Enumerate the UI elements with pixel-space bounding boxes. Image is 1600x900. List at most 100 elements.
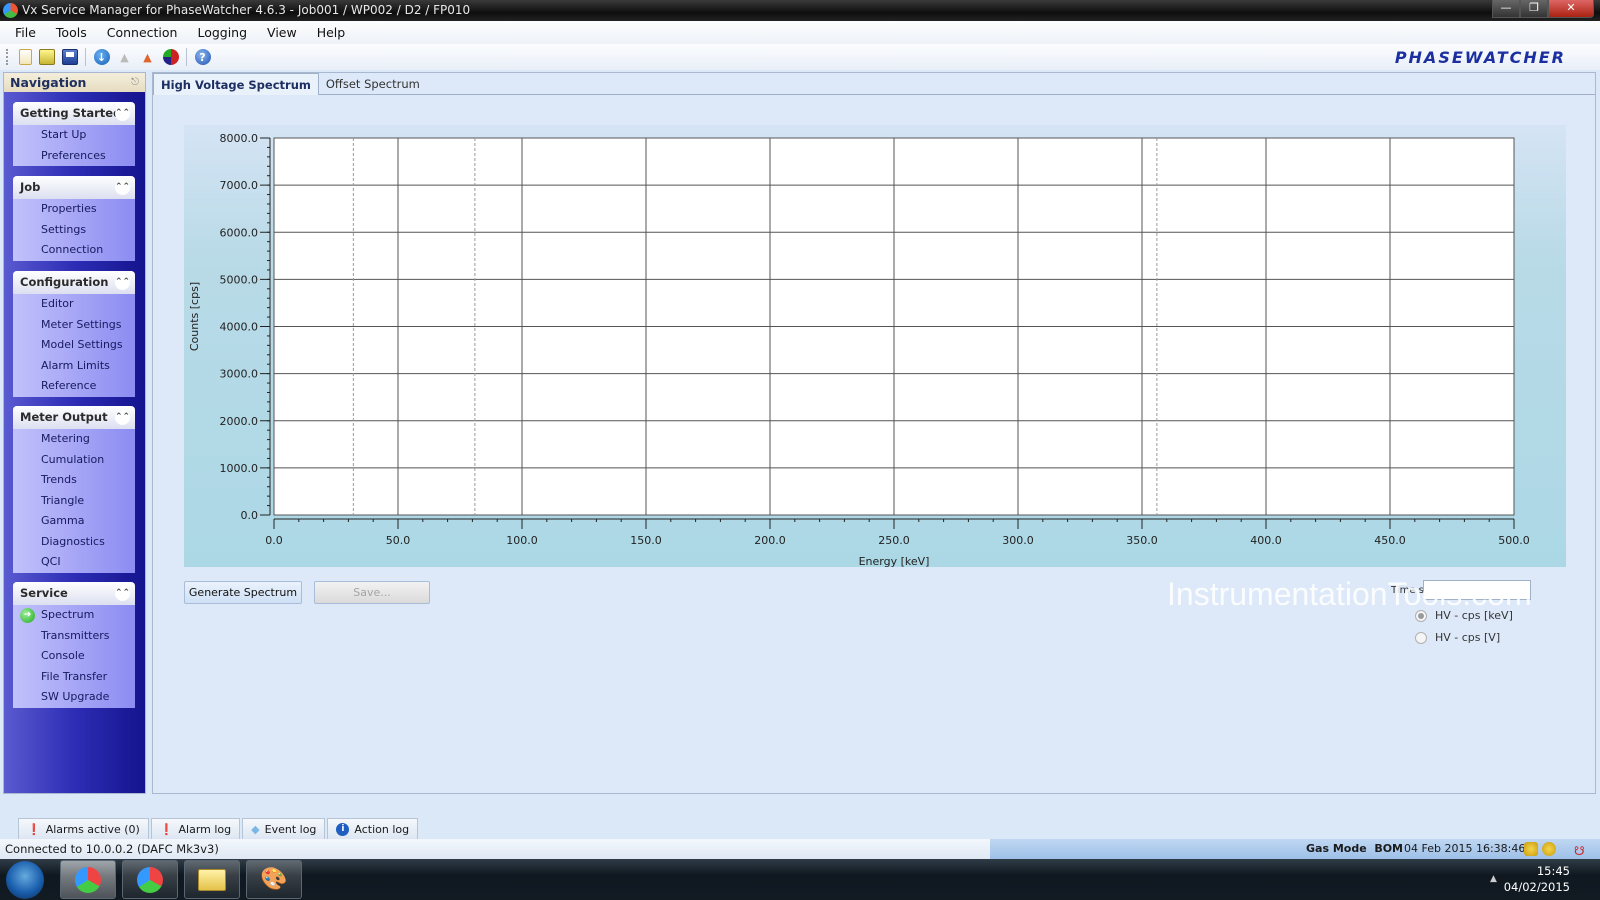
clock-time: 15:45 <box>1536 864 1570 878</box>
nav-item-trends[interactable]: Trends <box>13 470 135 491</box>
download-icon[interactable]: ↓ <box>93 49 110 65</box>
nav-item-triangle[interactable]: Triangle <box>13 491 135 512</box>
nav-group-header[interactable]: Configuration ⌃⌃ <box>13 271 135 294</box>
minimize-button[interactable]: — <box>1492 0 1520 18</box>
nav-item-label: Spectrum <box>41 608 95 621</box>
radio-hv-cps-kev[interactable]: HV - cps [keV] <box>1415 609 1513 622</box>
nav-item-start-up[interactable]: Start Up <box>13 125 135 146</box>
menu-help[interactable]: Help <box>310 25 353 40</box>
nav-item-gamma[interactable]: Gamma <box>13 511 135 532</box>
info-icon: i <box>336 823 350 836</box>
nav-group-title: Job <box>20 180 41 194</box>
status-bar-right: Gas Mode BOM 04 Feb 2015 16:38:46 ☋ <box>990 839 1600 859</box>
x-tick-label: 50.0 <box>386 534 411 547</box>
tab-event-log[interactable]: ◆ Event log <box>242 818 326 840</box>
y-axis: 0.0 1000.0 2000.0 3000.0 4000.0 5000.0 6000.0 7… <box>220 132 271 522</box>
taskbar-app-explorer[interactable] <box>184 860 240 899</box>
open-folder-icon[interactable] <box>38 49 55 65</box>
menu-file[interactable]: File <box>8 25 43 40</box>
x-axis-label: Energy [keV] <box>859 555 930 567</box>
upload-transmitter-icon[interactable]: ▲ <box>140 49 156 65</box>
nav-item-reference[interactable]: Reference <box>13 376 135 397</box>
x-axis: 0.0 50.0 100.0 150.0 200.0 250.0 300.0 350.0 400… <box>265 518 1530 547</box>
nav-item-metering[interactable]: Metering <box>13 429 135 450</box>
toolbar-grip[interactable] <box>6 49 9 65</box>
taskbar-app-phasewatcher[interactable] <box>60 860 116 899</box>
nav-group-header[interactable]: Job ⌃⌃ <box>13 176 135 199</box>
app-icon <box>3 3 18 18</box>
collapse-chevron-icon[interactable]: ⌃⌃ <box>115 410 130 425</box>
menu-tools[interactable]: Tools <box>49 25 94 40</box>
nav-item-preferences[interactable]: Preferences <box>13 146 135 167</box>
start-button[interactable] <box>6 861 44 899</box>
nav-group-header[interactable]: Getting Started ⌃⌃ <box>13 102 135 125</box>
radio-hv-cps-v[interactable]: HV - cps [V] <box>1415 631 1500 644</box>
collapse-chevron-icon[interactable]: ⌃⌃ <box>115 180 130 195</box>
nav-item-alarm-limits[interactable]: Alarm Limits <box>13 356 135 377</box>
tab-strip: High Voltage Spectrum Offset Spectrum <box>153 73 427 95</box>
show-hidden-icons[interactable]: ▲ <box>1490 874 1497 884</box>
tab-offset-spectrum[interactable]: Offset Spectrum <box>319 73 427 95</box>
radio-button-selected[interactable] <box>1415 609 1427 622</box>
sync-icon[interactable] <box>162 49 179 65</box>
menu-bar: File Tools Connection Logging View Help <box>0 21 1600 44</box>
nav-item-settings[interactable]: Settings <box>13 220 135 241</box>
save-button: Save... <box>314 581 430 604</box>
nav-item-editor[interactable]: Editor <box>13 294 135 315</box>
taskbar-app-phasewatcher-2[interactable] <box>122 860 178 899</box>
tab-label: Alarms active (0) <box>45 822 140 836</box>
nav-group-header[interactable]: Service ⌃⌃ <box>13 582 135 605</box>
alarm-icon: ❗ <box>27 822 41 836</box>
tab-action-log[interactable]: i Action log <box>327 818 419 840</box>
tab-high-voltage-spectrum[interactable]: High Voltage Spectrum <box>153 73 319 95</box>
nav-item-model-settings[interactable]: Model Settings <box>13 335 135 356</box>
maximize-button[interactable]: ❐ <box>1520 0 1548 18</box>
tab-alarm-log[interactable]: ❗ Alarm log <box>150 818 241 840</box>
menu-logging[interactable]: Logging <box>190 25 254 40</box>
paint-palette-icon: 🎨 <box>260 867 288 892</box>
nav-item-cumulation[interactable]: Cumulation <box>13 450 135 471</box>
nav-item-properties[interactable]: Properties <box>13 199 135 220</box>
menu-view[interactable]: View <box>260 25 304 40</box>
diamond-icon: ◆ <box>251 822 260 836</box>
spectrum-chart: 0.0 1000.0 2000.0 3000.0 4000.0 5000.0 6000.0 7… <box>188 132 1530 568</box>
nav-item-sw-upgrade[interactable]: SW Upgrade <box>13 687 135 708</box>
nav-group-title: Service <box>20 586 68 600</box>
system-clock[interactable]: 15:45 04/02/2015 <box>1504 863 1570 895</box>
network-icon[interactable]: ☋ <box>1574 841 1585 861</box>
menu-connection[interactable]: Connection <box>100 25 185 40</box>
collapse-chevron-icon[interactable]: ⌃⌃ <box>115 586 130 601</box>
tab-alarms-active[interactable]: ❗ Alarms active (0) <box>18 818 149 840</box>
nav-item-connection[interactable]: Connection <box>13 240 135 261</box>
nav-item-spectrum[interactable]: ➜ Spectrum <box>13 605 135 626</box>
tab-label: Alarm log <box>178 822 232 836</box>
save-disk-icon[interactable] <box>61 49 78 65</box>
nav-item-diagnostics[interactable]: Diagnostics <box>13 532 135 553</box>
nav-item-meter-settings[interactable]: Meter Settings <box>13 315 135 336</box>
nav-group-header[interactable]: Meter Output ⌃⌃ <box>13 406 135 429</box>
pin-icon[interactable]: ⎋ <box>131 73 139 92</box>
nav-item-qci[interactable]: QCI <box>13 552 135 573</box>
nav-group-meter-output: Meter Output ⌃⌃ Metering Cumulation Tren… <box>13 406 135 573</box>
nav-group-title: Meter Output <box>20 410 108 424</box>
close-button[interactable]: ✕ <box>1548 0 1594 18</box>
nav-group-job: Job ⌃⌃ Properties Settings Connection <box>13 176 135 261</box>
connection-status: Connected to 10.0.0.2 (DAFC Mk3v3) <box>5 842 219 856</box>
nav-group-getting-started: Getting Started ⌃⌃ Start Up Preferences <box>13 102 135 166</box>
app-icon <box>75 866 101 893</box>
nav-item-transmitters[interactable]: Transmitters <box>13 626 135 647</box>
device-status-icon[interactable] <box>1542 842 1556 856</box>
new-document-icon[interactable] <box>18 49 32 65</box>
y-axis-label: Counts [cps] <box>188 282 201 351</box>
device-status-icon[interactable] <box>1524 842 1538 856</box>
taskbar-app-paint[interactable]: 🎨 <box>246 860 302 899</box>
x-tick-label: 450.0 <box>1374 534 1406 547</box>
nav-item-file-transfer[interactable]: File Transfer <box>13 667 135 688</box>
radio-button[interactable] <box>1415 631 1427 644</box>
help-icon[interactable]: ? <box>194 49 211 65</box>
generate-spectrum-button[interactable]: Generate Spectrum <box>184 581 302 604</box>
collapse-chevron-icon[interactable]: ⌃⌃ <box>115 106 130 121</box>
collapse-chevron-icon[interactable]: ⌃⌃ <box>115 275 130 290</box>
x-tick-label: 250.0 <box>878 534 910 547</box>
nav-item-console[interactable]: Console <box>13 646 135 667</box>
